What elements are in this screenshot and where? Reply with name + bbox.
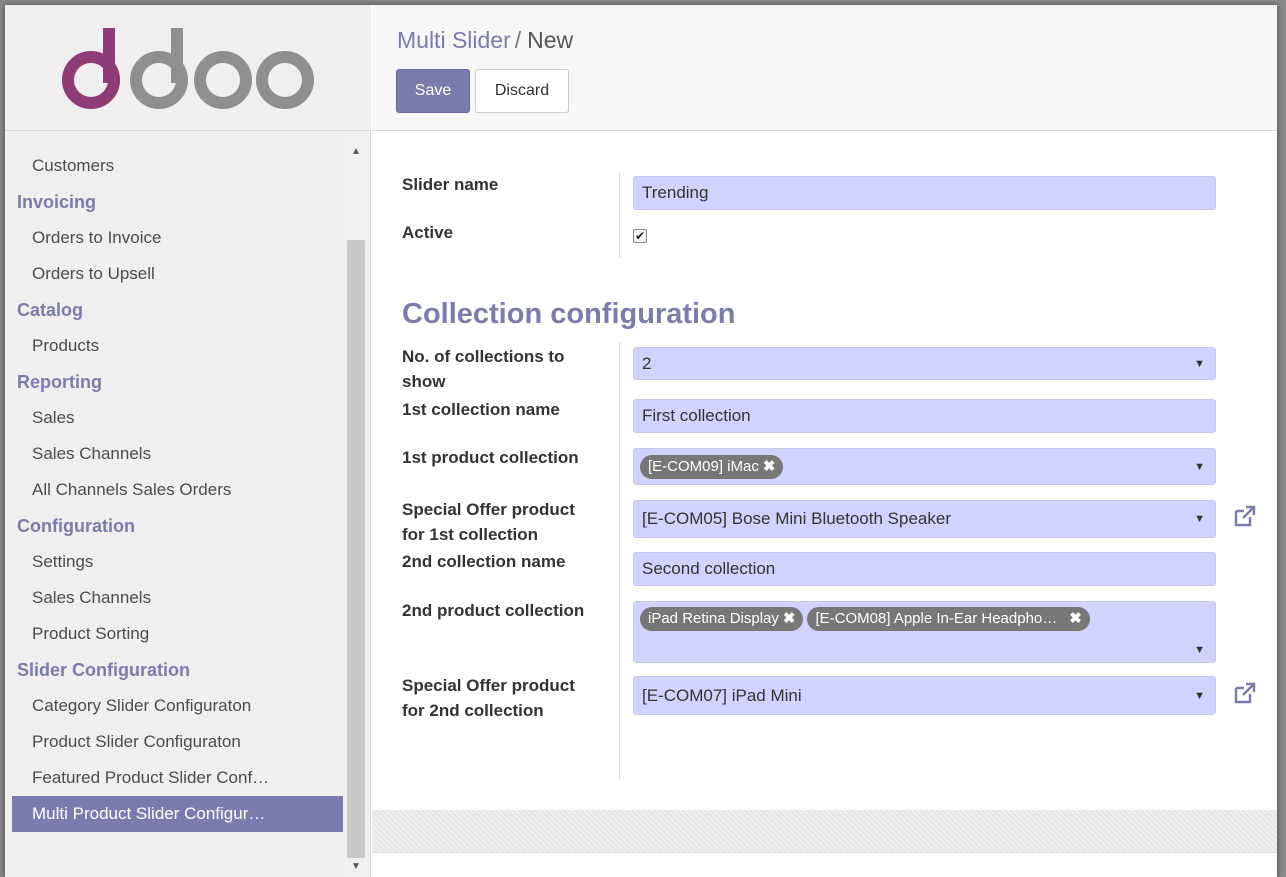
scrollbar-thumb[interactable] — [347, 240, 365, 858]
discard-button[interactable]: Discard — [475, 69, 569, 113]
breadcrumb-current: New — [527, 27, 574, 53]
caret-down-icon: ▼ — [1194, 357, 1205, 370]
sidebar-item-settings[interactable]: Settings — [5, 544, 343, 580]
first-collection-name-value: First collection — [642, 406, 751, 425]
caret-down-icon: ▼ — [1194, 513, 1205, 525]
group-divider-2 — [619, 342, 620, 780]
section-title-collection-configuration: Collection configuration — [402, 298, 736, 330]
first-special-offer-value: [E-COM05] Bose Mini Bluetooth Speaker — [642, 509, 951, 528]
sidebar-section-reporting: Reporting — [17, 372, 102, 392]
sidebar-item-orders-to-invoice[interactable]: Orders to Invoice — [5, 220, 343, 256]
sidebar-menu: Customers Invoicing Orders to Invoice Or… — [5, 132, 343, 877]
tag: iPad Retina Display ✖ — [640, 607, 804, 631]
breadcrumb-parent-link[interactable]: Multi Slider — [397, 27, 511, 53]
second-collection-name-input[interactable]: Second collection — [633, 552, 1216, 586]
slider-name-value: Trending — [642, 183, 709, 202]
form-sheet: Slider name Trending Active ✔ Collection… — [372, 132, 1277, 810]
sidebar-item-sales[interactable]: Sales — [5, 400, 343, 436]
sidebar-item-multi-product-slider[interactable]: Multi Product Slider Configur… — [12, 796, 343, 832]
caret-down-icon: ▼ — [1194, 689, 1205, 702]
first-collection-name-input[interactable]: First collection — [633, 399, 1216, 433]
first-special-offer-label: Special Offer product for 1st collection — [402, 500, 575, 544]
tag-label: [E-COM08] Apple In-Ear Headpho… — [815, 610, 1058, 627]
sidebar-item-product-sorting[interactable]: Product Sorting — [5, 616, 343, 652]
second-collection-name-value: Second collection — [642, 559, 776, 578]
app-window: Customers Invoicing Orders to Invoice Or… — [5, 5, 1277, 877]
sidebar-item-customers[interactable]: Customers — [5, 148, 343, 184]
second-special-offer-label: Special Offer product for 2nd collection — [402, 676, 575, 720]
caret-down-icon: ▼ — [1194, 644, 1205, 656]
slider-name-input[interactable]: Trending — [633, 176, 1216, 210]
second-special-offer-select[interactable]: [E-COM07] iPad Mini ▼ — [633, 676, 1216, 715]
second-collection-name-label: 2nd collection name — [402, 552, 566, 571]
sidebar-section-invoicing: Invoicing — [17, 192, 97, 212]
external-link-icon[interactable] — [1232, 504, 1256, 528]
chatter-area — [372, 852, 1277, 877]
active-checkbox[interactable]: ✔ — [633, 229, 647, 243]
sidebar-section-slider-configuration: Slider Configuration — [17, 660, 190, 680]
sidebar-section-configuration: Configuration — [17, 516, 135, 536]
times-icon[interactable]: ✖ — [1069, 610, 1082, 627]
sidebar-item-orders-to-upsell[interactable]: Orders to Upsell — [5, 256, 343, 292]
second-special-offer-value: [E-COM07] iPad Mini — [642, 685, 802, 705]
sidebar-item-category-slider[interactable]: Category Slider Configuraton — [5, 688, 343, 724]
sidebar-scrollbar[interactable]: ▲ ▼ — [345, 132, 367, 877]
odoo-logo-icon — [62, 28, 314, 109]
external-link-icon[interactable] — [1232, 681, 1256, 705]
save-button[interactable]: Save — [396, 69, 470, 113]
breadcrumb-separator: / — [514, 27, 522, 53]
first-special-offer-select[interactable]: [E-COM05] Bose Mini Bluetooth Speaker ▼ — [633, 500, 1216, 538]
tag-label: iPad Retina Display — [648, 610, 779, 627]
first-collection-name-label: 1st collection name — [402, 400, 560, 419]
scroll-up-arrow-icon[interactable]: ▲ — [345, 142, 367, 162]
sidebar-item-sales-channels-report[interactable]: Sales Channels — [5, 436, 343, 472]
scroll-down-arrow-icon[interactable]: ▼ — [345, 857, 367, 877]
odoo-logo[interactable] — [5, 5, 371, 131]
group-divider — [619, 172, 620, 258]
sidebar-item-product-slider[interactable]: Product Slider Configuraton — [5, 724, 343, 760]
caret-down-icon: ▼ — [1194, 460, 1205, 473]
times-icon[interactable]: ✖ — [763, 458, 776, 475]
sidebar-item-featured-product-slider[interactable]: Featured Product Slider Conf… — [5, 760, 343, 796]
sidebar: Customers Invoicing Orders to Invoice Or… — [5, 5, 371, 877]
num-collections-select[interactable]: 2 ▼ — [633, 347, 1216, 380]
control-panel: Multi Slider / New Save Discard — [372, 5, 1277, 131]
first-product-collection-label: 1st product collection — [402, 448, 579, 467]
sheet-bottom-band — [372, 810, 1277, 852]
sidebar-section-catalog: Catalog — [17, 300, 84, 320]
second-product-collection-tags[interactable]: iPad Retina Display ✖ [E-COM08] Apple In-E… — [633, 601, 1216, 663]
first-product-collection-tags[interactable]: [E-COM09] iMac ✖ ▼ — [633, 448, 1216, 485]
tag: [E-COM08] Apple In-Ear Headpho… ✖ — [807, 607, 1090, 631]
num-collections-value: 2 — [642, 353, 652, 373]
times-icon[interactable]: ✖ — [783, 610, 796, 627]
num-collections-label: No. of collections to show — [402, 347, 565, 391]
tag: [E-COM09] iMac ✖ — [640, 455, 784, 479]
second-product-collection-label: 2nd product collection — [402, 601, 585, 620]
sidebar-item-products[interactable]: Products — [5, 328, 343, 364]
form-view: Slider name Trending Active ✔ Collection… — [372, 132, 1277, 877]
active-label: Active — [402, 223, 454, 242]
breadcrumb: Multi Slider / New — [397, 27, 573, 54]
slider-name-label: Slider name — [402, 175, 499, 194]
sidebar-item-all-channels-sales-orders[interactable]: All Channels Sales Orders — [5, 472, 343, 508]
sidebar-item-sales-channels-config[interactable]: Sales Channels — [5, 580, 343, 616]
tag-label: [E-COM09] iMac — [648, 458, 759, 475]
tags-container: [E-COM09] iMac ✖ — [640, 455, 787, 479]
tags-container: iPad Retina Display ✖ [E-COM08] Apple In-E… — [640, 607, 1094, 631]
